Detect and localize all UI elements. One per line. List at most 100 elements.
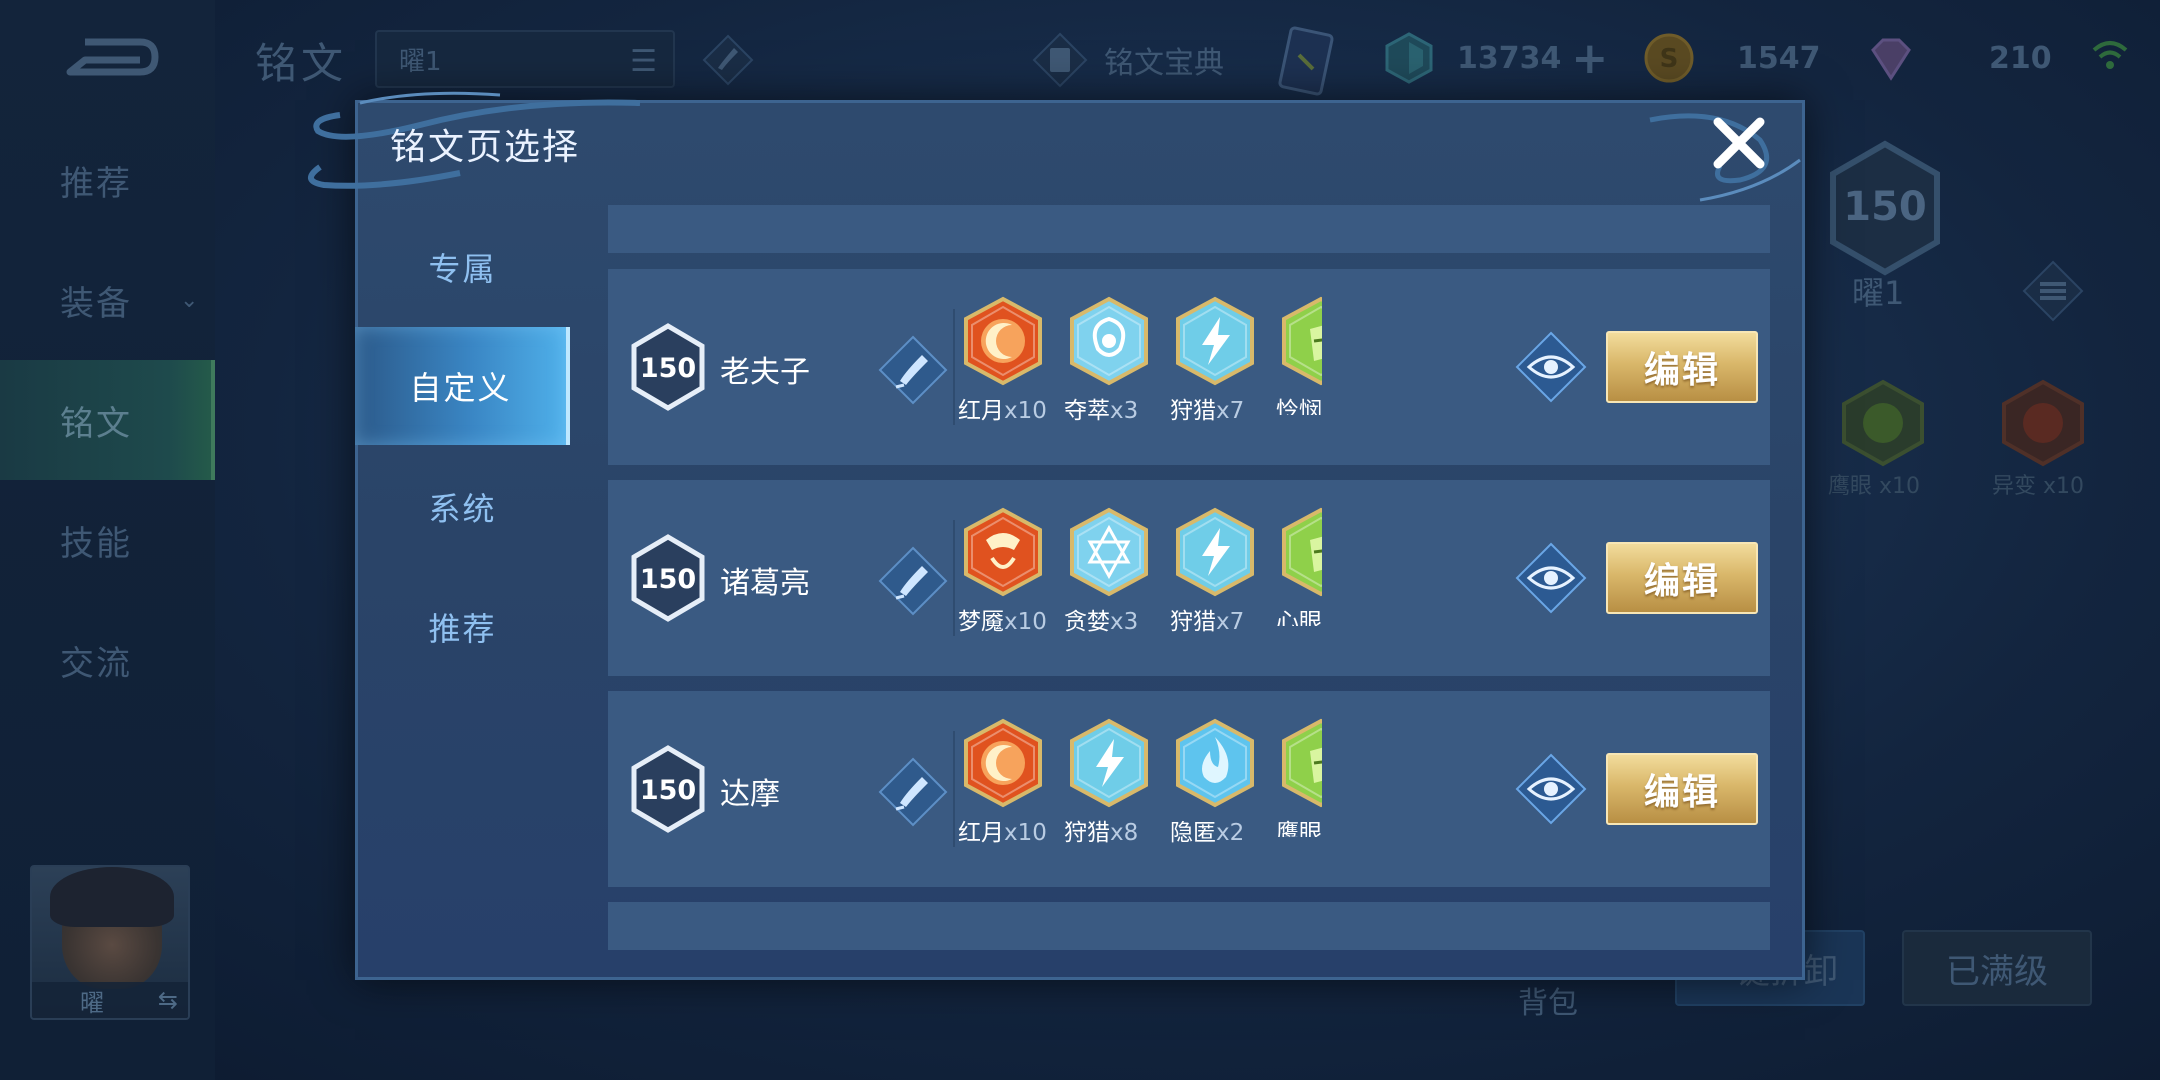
list-item[interactable]: 150 达摩 红月x10 狩猎x8 隐匿x2 鹰眼 编辑 <box>608 691 1770 887</box>
nav-item-recommend[interactable]: 推荐 <box>0 120 215 240</box>
menu-icon[interactable] <box>2020 258 2086 324</box>
currency-crystal: 13734 + <box>1383 32 1608 84</box>
gem-value: 210 <box>1989 40 2052 76</box>
rune-label: 鹰眼 <box>1276 820 1322 837</box>
knot-icon <box>1070 296 1148 386</box>
gem-icon <box>1871 38 1911 81</box>
flame-icon <box>1176 718 1254 808</box>
page-name: 老夫子 <box>720 355 810 390</box>
rune-label: 贪婪x3 <box>1064 609 1139 635</box>
level-page-name: 曜1 <box>1852 274 1905 312</box>
nav-item-inscription[interactable]: 铭文 <box>0 360 215 480</box>
page-list[interactable]: 150 老夫子 红月x10 夺萃x3 狩猎x7 怜悯 编辑 150 诸葛亮 梦魇… <box>608 205 1770 950</box>
nav-item-skills[interactable]: 技能 <box>0 480 215 600</box>
list-item[interactable]: 150 老夫子 红月x10 夺萃x3 狩猎x7 怜悯 编辑 <box>608 269 1770 465</box>
lightning-icon <box>1070 718 1148 808</box>
svg-text:150: 150 <box>640 775 696 806</box>
page-name: 诸葛亮 <box>720 566 810 601</box>
page-name: 达摩 <box>720 777 780 812</box>
wifi-icon <box>2092 41 2128 69</box>
green-rune-icon <box>1282 507 1322 597</box>
rename-pen-icon[interactable] <box>876 544 950 618</box>
rune-label: 狩猎x7 <box>1170 609 1245 635</box>
green-rune-icon <box>1282 718 1322 808</box>
rune-slot: 鹰眼 <box>1276 717 1322 837</box>
tab-label: 专属 <box>428 250 497 288</box>
card-icon[interactable] <box>1275 25 1337 97</box>
maxed-button[interactable]: 已满级 <box>1902 930 2092 1006</box>
rune-slot: 狩猎x7 <box>1170 295 1260 424</box>
rune-label: 狩猎x7 <box>1170 398 1245 424</box>
rune-slot: 红月x10 <box>958 717 1048 846</box>
edit-button[interactable]: 编辑 <box>1606 542 1758 614</box>
mutation-icon <box>2002 379 2084 467</box>
tab-system[interactable]: 系统 <box>355 448 570 566</box>
rune-slot: 梦魇x10 <box>958 506 1048 635</box>
back-icon[interactable] <box>60 34 160 80</box>
currency-gem: 210 <box>1865 32 2052 84</box>
level-badge: 150 <box>631 745 705 833</box>
eye-icon[interactable] <box>1513 329 1589 405</box>
edit-button[interactable]: 编辑 <box>1606 753 1758 825</box>
tab-recommended[interactable]: 推荐 <box>355 568 570 686</box>
hexagram-icon <box>1070 507 1148 597</box>
nightmare-icon <box>964 507 1042 597</box>
level-badge: 150 <box>631 323 705 411</box>
list-item[interactable]: 150 诸葛亮 梦魇x10 贪婪x3 狩猎x7 心眼 编辑 <box>608 480 1770 676</box>
rune-label: 梦魇x10 <box>958 609 1047 635</box>
list-icon: ☰ <box>630 44 657 79</box>
rune-slot: 怜悯 <box>1276 295 1322 415</box>
left-nav: 推荐 装备 ⌄ 铭文 技能 交流 曜 ⇆ <box>0 0 215 1080</box>
green-rune-icon <box>1282 296 1322 386</box>
crystal-value: 13734 <box>1457 40 1562 76</box>
level-badge: 150 <box>1830 140 1940 276</box>
svg-text:150: 150 <box>1843 184 1927 230</box>
add-icon[interactable]: + <box>1571 33 1608 84</box>
rune-label: 心眼 <box>1276 609 1322 626</box>
nav-item-community[interactable]: 交流 <box>0 600 215 720</box>
tab-label: 推荐 <box>428 610 497 648</box>
eye-icon[interactable] <box>1513 540 1589 616</box>
page-title: 铭文 <box>255 39 348 88</box>
close-icon[interactable] <box>1708 112 1770 174</box>
rune-label: 狩猎x8 <box>1064 820 1139 846</box>
rune-label: 夺萃x3 <box>1064 398 1139 424</box>
rune-label: 怜悯 <box>1276 398 1322 415</box>
rune-label: 红月x10 <box>958 820 1047 846</box>
row-divider <box>953 520 955 636</box>
bg-rune-label: 异变 x10 <box>1992 474 2085 499</box>
eagle-eye-icon <box>1842 379 1924 467</box>
svg-text:150: 150 <box>640 564 696 595</box>
hero-portrait[interactable]: 曜 ⇆ <box>30 865 190 1020</box>
edit-button[interactable]: 编辑 <box>1606 331 1758 403</box>
eye-icon[interactable] <box>1513 751 1589 827</box>
lightning-icon <box>1176 296 1254 386</box>
rune-slot: 狩猎x8 <box>1064 717 1154 846</box>
bg-rune-label: 鹰眼 x10 <box>1828 474 1921 499</box>
inscription-book[interactable]: 铭文宝典 <box>1030 30 1224 90</box>
row-divider <box>953 731 955 847</box>
rune-slot: 夺萃x3 <box>1064 295 1154 424</box>
gold-coin-icon: S <box>1644 33 1694 83</box>
nav-item-equipment[interactable]: 装备 ⌄ <box>0 240 215 360</box>
rename-pen-icon[interactable] <box>876 755 950 829</box>
rename-pen-icon[interactable] <box>876 333 950 407</box>
page-select-value: 曜1 <box>399 46 442 77</box>
swap-icon[interactable]: ⇆ <box>158 986 178 1014</box>
rune-slot: 心眼 <box>1276 506 1322 626</box>
rune-slot: 隐匿x2 <box>1170 717 1260 846</box>
tab-label: 系统 <box>428 490 497 528</box>
level-badge: 150 <box>631 534 705 622</box>
tab-exclusive[interactable]: 专属 <box>355 208 570 326</box>
backpack-label[interactable]: 背包 <box>1518 978 1578 1022</box>
row-divider <box>953 309 955 425</box>
page-select[interactable]: 曜1 ☰ <box>375 30 675 88</box>
pen-icon[interactable] <box>700 32 756 88</box>
book-label: 铭文宝典 <box>1104 46 1224 81</box>
currency-gold: S 1547 <box>1643 32 1821 84</box>
tab-custom[interactable]: 自定义 <box>355 327 570 445</box>
lightning-icon <box>1176 507 1254 597</box>
svg-text:S: S <box>1660 44 1679 74</box>
chevron-down-icon: ⌄ <box>180 287 201 313</box>
rune-slot: 狩猎x7 <box>1170 506 1260 635</box>
